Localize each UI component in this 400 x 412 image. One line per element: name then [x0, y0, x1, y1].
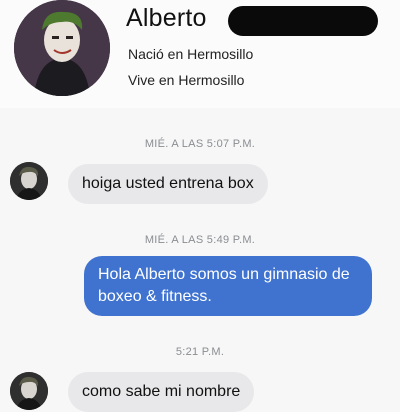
profile-current-city: Vive en Hermosillo: [128, 72, 245, 88]
avatar-image: [10, 372, 48, 410]
profile-name[interactable]: Alberto: [126, 4, 207, 33]
outgoing-message[interactable]: Hola Alberto somos un gimnasio de boxeo …: [84, 256, 372, 316]
message-timestamp: MIÉ. A LAS 5:49 P.M.: [144, 234, 256, 246]
contact-avatar[interactable]: [10, 162, 48, 200]
profile-header: Alberto Nació en Hermosillo Vive en Herm…: [0, 0, 400, 108]
message-timestamp: MIÉ. A LAS 5:07 P.M.: [144, 138, 256, 150]
avatar-image: [14, 0, 110, 96]
incoming-message[interactable]: como sabe mi nombre: [68, 372, 255, 412]
message-timestamp: 5:21 P.M.: [175, 346, 225, 358]
avatar-image: [10, 162, 48, 200]
redacted-surname: [228, 6, 378, 36]
contact-avatar[interactable]: [10, 372, 48, 410]
profile-avatar[interactable]: [14, 0, 110, 96]
profile-hometown: Nació en Hermosillo: [128, 46, 254, 62]
incoming-message[interactable]: hoiga usted entrena box: [68, 164, 268, 204]
